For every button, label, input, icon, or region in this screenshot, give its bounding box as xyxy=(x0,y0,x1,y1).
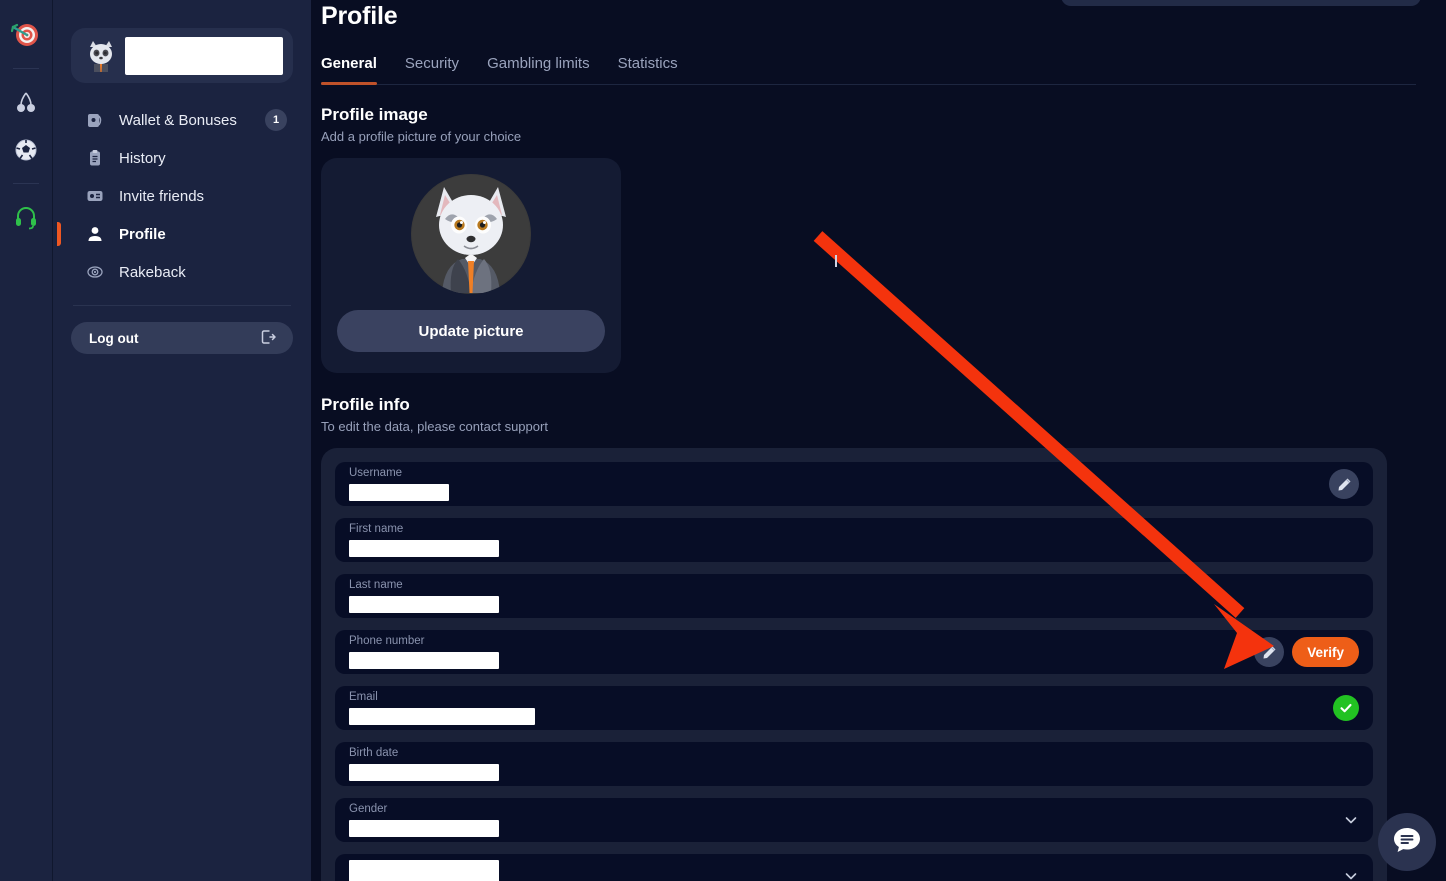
profile-image-title: Profile image xyxy=(321,105,428,124)
profile-info-subtitle: To edit the data, please contact support xyxy=(321,419,548,434)
field-row-birth-date: Birth date xyxy=(335,742,1373,786)
field-row-phone-number: Phone number Verify xyxy=(335,630,1373,674)
wallet-icon xyxy=(85,110,105,130)
field-row-email: Email xyxy=(335,686,1373,730)
field-label: First name xyxy=(349,523,404,535)
edit-pencil-icon[interactable] xyxy=(1329,469,1359,499)
sidebar-nav: Wallet & Bonuses 1 History Invite friend… xyxy=(57,101,293,291)
profile-tabs: General Security Gambling limits Statist… xyxy=(321,55,1416,85)
icon-rail xyxy=(0,0,53,881)
sidebar-item-rakeback[interactable]: Rakeback xyxy=(73,253,291,291)
profile-avatar-large xyxy=(411,174,531,294)
sidebar-item-profile[interactable]: Profile xyxy=(57,215,291,253)
partial-field[interactable] xyxy=(349,854,1343,881)
field-value-redacted xyxy=(349,820,499,837)
clipboard-icon xyxy=(85,148,105,168)
rail-divider-2 xyxy=(13,183,39,184)
rail-divider-1 xyxy=(13,68,39,69)
field-value-redacted xyxy=(349,484,449,501)
main-content: Profile General Security Gambling limits… xyxy=(311,0,1446,881)
user-icon xyxy=(85,224,105,244)
sidebar: Wallet & Bonuses 1 History Invite friend… xyxy=(53,0,311,881)
sidebar-item-invite-friends[interactable]: Invite friends xyxy=(73,177,291,215)
email-field[interactable]: Email xyxy=(349,686,1333,730)
field-row-username: Username xyxy=(335,462,1373,506)
rakeback-icon xyxy=(85,262,105,282)
verify-phone-button[interactable]: Verify xyxy=(1292,637,1359,667)
logout-button[interactable]: Log out xyxy=(71,322,293,354)
field-row-gender[interactable]: Gender xyxy=(335,798,1373,842)
field-label: Username xyxy=(349,467,403,479)
profile-image-subtitle: Add a profile picture of your choice xyxy=(321,129,522,144)
chat-bubble-icon xyxy=(1390,823,1424,862)
update-picture-button[interactable]: Update picture xyxy=(337,310,605,352)
sports-ball-icon[interactable] xyxy=(5,129,47,171)
field-row-partial[interactable] xyxy=(335,854,1373,881)
field-label: Phone number xyxy=(349,635,425,647)
field-value-redacted xyxy=(349,860,499,881)
tab-general[interactable]: General xyxy=(321,55,377,85)
field-row-last-name: Last name xyxy=(335,574,1373,618)
field-value-redacted xyxy=(349,596,499,613)
sidebar-item-wallet-bonuses[interactable]: Wallet & Bonuses 1 xyxy=(73,101,291,139)
row-actions xyxy=(1329,469,1359,499)
sidebar-item-label: Invite friends xyxy=(119,187,205,205)
first-name-field[interactable]: First name xyxy=(349,518,1359,562)
phone-number-field[interactable]: Phone number xyxy=(349,630,1254,674)
field-value-redacted xyxy=(349,652,499,669)
tab-security[interactable]: Security xyxy=(405,55,459,84)
top-bar-partial xyxy=(1061,0,1421,6)
username-redacted xyxy=(125,36,283,75)
email-verified-check-icon xyxy=(1333,695,1359,721)
edit-pencil-icon[interactable] xyxy=(1254,637,1285,667)
gender-field[interactable]: Gender xyxy=(349,798,1343,842)
chevron-down-icon[interactable] xyxy=(1343,812,1359,828)
field-label: Email xyxy=(349,691,378,703)
last-name-field[interactable]: Last name xyxy=(349,574,1359,618)
promotions-target-icon[interactable] xyxy=(5,14,47,56)
page-title: Profile xyxy=(321,2,398,30)
casino-cherries-icon[interactable] xyxy=(5,81,47,123)
field-value-redacted xyxy=(349,540,499,557)
user-card[interactable] xyxy=(71,28,293,83)
field-label: Last name xyxy=(349,579,403,591)
field-value-redacted xyxy=(349,708,535,725)
profile-info-form: Username First name Last name Phone numb… xyxy=(321,448,1387,881)
sidebar-item-label: Profile xyxy=(119,225,166,243)
logout-label: Log out xyxy=(89,330,139,346)
avatar xyxy=(81,36,121,76)
id-card-icon xyxy=(85,186,105,206)
chevron-down-icon[interactable] xyxy=(1343,868,1359,881)
row-actions xyxy=(1333,695,1359,721)
profile-image-card: Update picture xyxy=(321,158,621,373)
chat-widget-button[interactable] xyxy=(1378,813,1436,871)
text-cursor xyxy=(835,255,837,267)
logout-icon xyxy=(259,328,277,349)
username-field[interactable]: Username xyxy=(349,462,1329,506)
app-root: Wallet & Bonuses 1 History Invite friend… xyxy=(0,0,1446,881)
field-row-first-name: First name xyxy=(335,518,1373,562)
field-value-redacted xyxy=(349,764,499,781)
field-label: Gender xyxy=(349,803,388,815)
profile-info-title: Profile info xyxy=(321,395,410,414)
tab-statistics[interactable]: Statistics xyxy=(618,55,678,84)
sidebar-item-label: History xyxy=(119,149,166,167)
tab-gambling-limits[interactable]: Gambling limits xyxy=(487,55,590,84)
sidebar-item-history[interactable]: History xyxy=(73,139,291,177)
row-actions: Verify xyxy=(1254,637,1359,667)
field-label: Birth date xyxy=(349,747,399,759)
wallet-badge-count: 1 xyxy=(265,109,287,131)
sidebar-item-label: Rakeback xyxy=(119,263,186,281)
sidebar-item-label: Wallet & Bonuses xyxy=(119,111,237,129)
birth-date-field[interactable]: Birth date xyxy=(349,742,1359,786)
sidebar-divider xyxy=(73,305,291,306)
support-headset-icon[interactable] xyxy=(5,196,47,238)
